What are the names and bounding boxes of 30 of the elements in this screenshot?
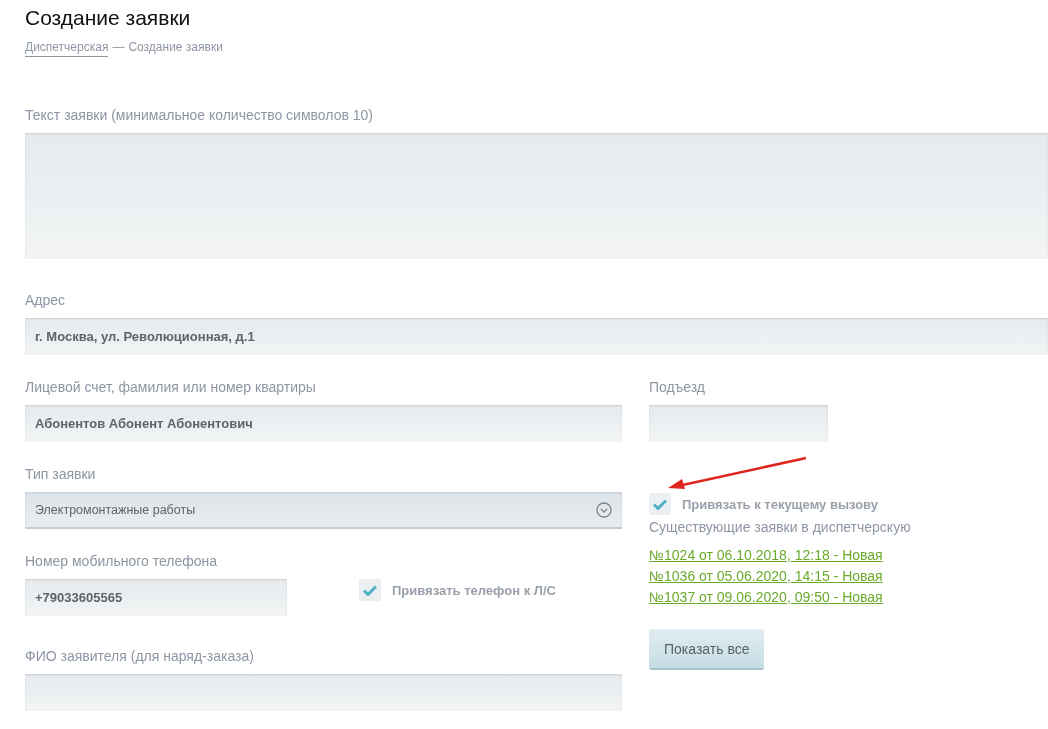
check-icon bbox=[653, 498, 667, 510]
account-field[interactable]: Абонентов Абонент Абонентович bbox=[25, 405, 622, 442]
field-label: Адрес bbox=[25, 292, 66, 308]
address-field[interactable]: г. Москва, ул. Революционная, д.1 bbox=[25, 318, 1048, 355]
breadcrumb-separator: — bbox=[112, 40, 125, 54]
field-label: Подъезд bbox=[649, 379, 705, 395]
checkbox-label: Привязать к текущему вызову bbox=[682, 496, 878, 512]
chevron-down-icon bbox=[596, 501, 612, 518]
breadcrumb-current: Создание заявки bbox=[128, 40, 223, 54]
field-label: Номер мобильного телефона bbox=[25, 553, 218, 569]
field-label: Тип заявки bbox=[25, 466, 96, 482]
page-title: Создание заявки bbox=[25, 5, 192, 31]
show-all-button[interactable]: Показать все bbox=[649, 629, 765, 668]
checkbox[interactable] bbox=[359, 579, 381, 601]
section-label: Существующие заявки в диспетчерскую bbox=[649, 519, 911, 535]
request-type-dropdown[interactable]: Электромонтажные работы bbox=[25, 492, 622, 529]
field-label: Текст заявки (минимальное количество символов 10) bbox=[25, 107, 373, 123]
applicant-field[interactable] bbox=[25, 674, 622, 711]
request-link[interactable]: №1036 от 05.06.2020, 14:15 - Новая bbox=[649, 568, 883, 584]
request-link[interactable]: №1037 от 09.06.2020, 09:50 - Новая bbox=[649, 589, 883, 605]
entrance-field[interactable] bbox=[649, 405, 828, 442]
field-label: Лицевой счет, фамилия или номер квартиры bbox=[25, 379, 316, 395]
field-label: ФИО заявителя (для наряд-заказа) bbox=[25, 648, 254, 664]
breadcrumb-link[interactable]: Диспетчерская bbox=[25, 40, 109, 57]
text-area[interactable] bbox=[25, 133, 1048, 259]
request-link[interactable]: №1024 от 06.10.2018, 12:18 - Новая bbox=[649, 547, 883, 563]
checkbox[interactable] bbox=[649, 493, 671, 515]
checkbox-label: Привязать телефон к Л/С bbox=[392, 582, 556, 598]
phone-field[interactable]: +79033605565 bbox=[25, 579, 287, 616]
check-icon bbox=[363, 584, 377, 596]
